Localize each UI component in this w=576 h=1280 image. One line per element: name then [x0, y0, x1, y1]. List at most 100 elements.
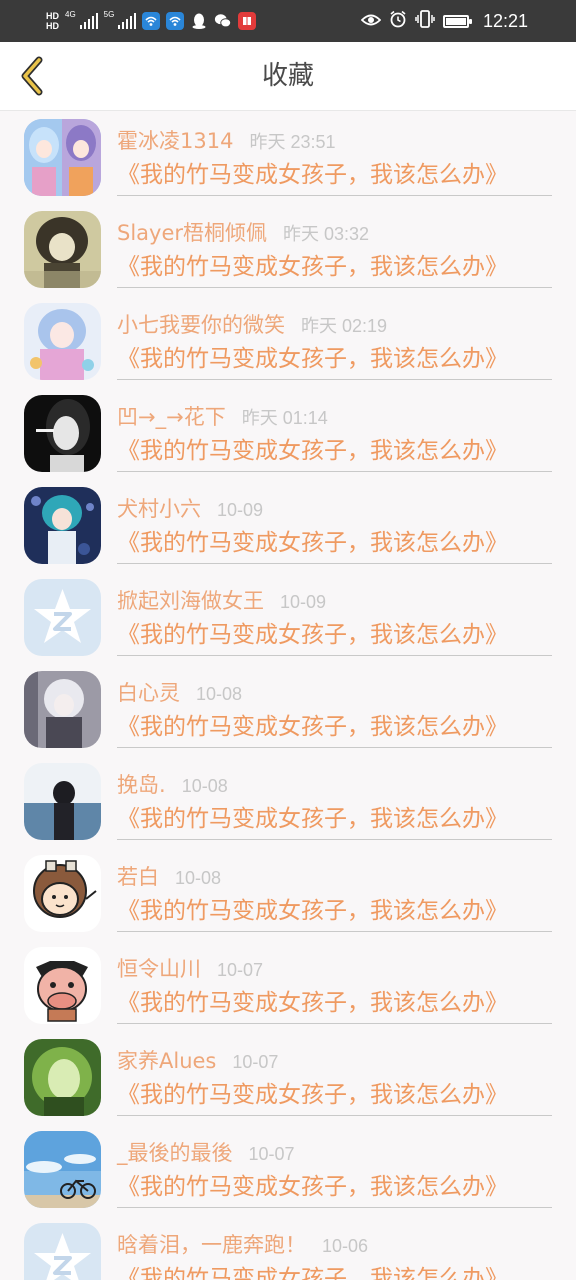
- item-meta: 霍冰凌1314 昨天 23:51: [117, 125, 336, 155]
- divider: [117, 1023, 552, 1024]
- list-item[interactable]: 小七我要你的微笑 昨天 02:19 《我的竹马变成女孩子，我该怎么办》: [0, 295, 576, 387]
- user-name[interactable]: 霍冰凌1314: [117, 125, 233, 155]
- bw-portrait-avatar[interactable]: [24, 395, 101, 472]
- grey-anime-avatar[interactable]: [24, 671, 101, 748]
- cow-avatar[interactable]: [24, 947, 101, 1024]
- book-title[interactable]: 《我的竹马变成女孩子，我该怎么办》: [117, 1075, 508, 1109]
- battery-icon: [442, 14, 472, 28]
- timestamp: 昨天 01:14: [241, 408, 328, 428]
- list-item[interactable]: 若白 10-08 《我的竹马变成女孩子，我该怎么办》: [0, 847, 576, 939]
- hd-label-1: HD: [46, 11, 59, 21]
- item-meta: 凹→_→花下 昨天 01:14: [117, 401, 328, 431]
- timestamp: 10-07: [248, 1144, 295, 1164]
- user-name[interactable]: 挽岛.: [117, 769, 166, 799]
- divider: [117, 655, 552, 656]
- book-title[interactable]: 《我的竹马变成女孩子，我该怎么办》: [117, 983, 508, 1017]
- user-name[interactable]: 凹→_→花下: [117, 401, 226, 431]
- user-name[interactable]: Slayer梧桐倾佩: [117, 217, 267, 247]
- status-right: 12:21: [360, 6, 528, 36]
- divider: [117, 747, 552, 748]
- divider: [117, 379, 552, 380]
- list-item[interactable]: 晗着泪，一鹿奔跑！ 10-06 《我的竹马变成女孩子，我该怎么办》: [0, 1215, 576, 1280]
- timestamp: 10-08: [175, 868, 222, 888]
- book-title[interactable]: 《我的竹马变成女孩子，我该怎么办》: [117, 431, 508, 465]
- timestamp: 昨天 03:32: [283, 224, 370, 244]
- item-meta: _最後的最後 10-07: [117, 1137, 295, 1167]
- divider: [117, 195, 552, 196]
- favorites-list[interactable]: 霍冰凌1314 昨天 23:51 《我的竹马变成女孩子，我该怎么办》 Slaye…: [0, 111, 576, 1280]
- book-title[interactable]: 《我的竹马变成女孩子，我该怎么办》: [117, 247, 508, 281]
- green-anime-avatar[interactable]: [24, 1039, 101, 1116]
- pastel-anime-avatar[interactable]: [24, 303, 101, 380]
- user-name[interactable]: 掀起刘海做女王: [117, 585, 264, 615]
- item-meta: 犬村小六 10-09: [117, 493, 263, 523]
- divider: [117, 1207, 552, 1208]
- default-star-avatar[interactable]: [24, 579, 101, 656]
- timestamp: 10-06: [322, 1236, 369, 1256]
- book-title[interactable]: 《我的竹马变成女孩子，我该怎么办》: [117, 155, 508, 189]
- list-item[interactable]: 犬村小六 10-09 《我的竹马变成女孩子，我该怎么办》: [0, 479, 576, 571]
- user-name[interactable]: 白心灵: [117, 677, 180, 707]
- item-meta: 掀起刘海做女王 10-09: [117, 585, 326, 615]
- signal-icon: [79, 13, 98, 29]
- blue-anime-avatar[interactable]: [24, 487, 101, 564]
- divider: [117, 563, 552, 564]
- wechat-icon: [214, 12, 232, 30]
- qq-icon: [190, 12, 208, 30]
- user-name[interactable]: 犬村小六: [117, 493, 201, 523]
- book-title[interactable]: 《我的竹马变成女孩子，我该怎么办》: [117, 799, 508, 833]
- item-meta: 若白 10-08: [117, 861, 221, 891]
- user-name[interactable]: 家养Alues: [117, 1045, 216, 1075]
- book-title[interactable]: 《我的竹马变成女孩子，我该怎么办》: [117, 1167, 508, 1201]
- book-title[interactable]: 《我的竹马变成女孩子，我该怎么办》: [117, 339, 508, 373]
- book-title[interactable]: 《我的竹马变成女孩子，我该怎么办》: [117, 523, 508, 557]
- sea-girl-avatar[interactable]: [24, 763, 101, 840]
- item-meta: 白心灵 10-08: [117, 677, 242, 707]
- timestamp: 10-08: [196, 684, 243, 704]
- timestamp: 10-07: [232, 1052, 279, 1072]
- list-item[interactable]: 家养Alues 10-07 《我的竹马变成女孩子，我该怎么办》: [0, 1031, 576, 1123]
- item-meta: 家养Alues 10-07: [117, 1045, 278, 1075]
- item-meta: 小七我要你的微笑 昨天 02:19: [117, 309, 387, 339]
- user-name[interactable]: 恒令山川: [117, 953, 201, 983]
- list-item[interactable]: 白心灵 10-08 《我的竹马变成女孩子，我该怎么办》: [0, 663, 576, 755]
- eye-icon: [360, 11, 382, 32]
- list-item[interactable]: _最後的最後 10-07 《我的竹马变成女孩子，我该怎么办》: [0, 1123, 576, 1215]
- book-title[interactable]: 《我的竹马变成女孩子，我该怎么办》: [117, 707, 508, 741]
- book-title[interactable]: 《我的竹马变成女孩子，我该怎么办》: [117, 891, 508, 925]
- timestamp: 10-09: [280, 592, 327, 612]
- alarm-icon: [389, 10, 407, 33]
- item-meta: 晗着泪，一鹿奔跑！ 10-06: [117, 1229, 368, 1259]
- user-name[interactable]: 若白: [117, 861, 159, 891]
- item-meta: 挽岛. 10-08: [117, 769, 228, 799]
- list-item[interactable]: 凹→_→花下 昨天 01:14 《我的竹马变成女孩子，我该怎么办》: [0, 387, 576, 479]
- list-item[interactable]: 霍冰凌1314 昨天 23:51 《我的竹马变成女孩子，我该怎么办》: [0, 111, 576, 203]
- dark-anime-avatar[interactable]: [24, 211, 101, 288]
- hd-label-2: HD: [46, 21, 59, 31]
- user-name[interactable]: 晗着泪，一鹿奔跑！: [117, 1229, 306, 1259]
- divider: [117, 471, 552, 472]
- book-title[interactable]: 《我的竹马变成女孩子，我该怎么办》: [117, 615, 508, 649]
- chevron-left-icon: [21, 56, 43, 96]
- user-name[interactable]: 小七我要你的微笑: [117, 309, 285, 339]
- wifi-hotspot-icon-2: [166, 12, 185, 30]
- back-button[interactable]: [10, 54, 54, 98]
- anime-girls-avatar[interactable]: [24, 119, 101, 196]
- divider: [117, 287, 552, 288]
- default-star-avatar[interactable]: [24, 1223, 101, 1280]
- list-item[interactable]: Slayer梧桐倾佩 昨天 03:32 《我的竹马变成女孩子，我该怎么办》: [0, 203, 576, 295]
- item-meta: 恒令山川 10-07: [117, 953, 263, 983]
- divider: [117, 931, 552, 932]
- status-left: HD HD 4G 5G: [46, 6, 257, 36]
- status-bar: HD HD 4G 5G 12:21: [0, 0, 576, 42]
- signal-icon-2: [118, 13, 137, 29]
- item-meta: Slayer梧桐倾佩 昨天 03:32: [117, 217, 369, 247]
- sky-bicycle-avatar[interactable]: [24, 1131, 101, 1208]
- list-item[interactable]: 恒令山川 10-07 《我的竹马变成女孩子，我该怎么办》: [0, 939, 576, 1031]
- list-item[interactable]: 挽岛. 10-08 《我的竹马变成女孩子，我该怎么办》: [0, 755, 576, 847]
- book-title[interactable]: 《我的竹马变成女孩子，我该怎么办》: [117, 1259, 508, 1280]
- wifi-hotspot-icon: [142, 12, 161, 30]
- user-name[interactable]: _最後的最後: [117, 1137, 233, 1167]
- list-item[interactable]: 掀起刘海做女王 10-09 《我的竹马变成女孩子，我该怎么办》: [0, 571, 576, 663]
- cartoon-boy-avatar[interactable]: [24, 855, 101, 932]
